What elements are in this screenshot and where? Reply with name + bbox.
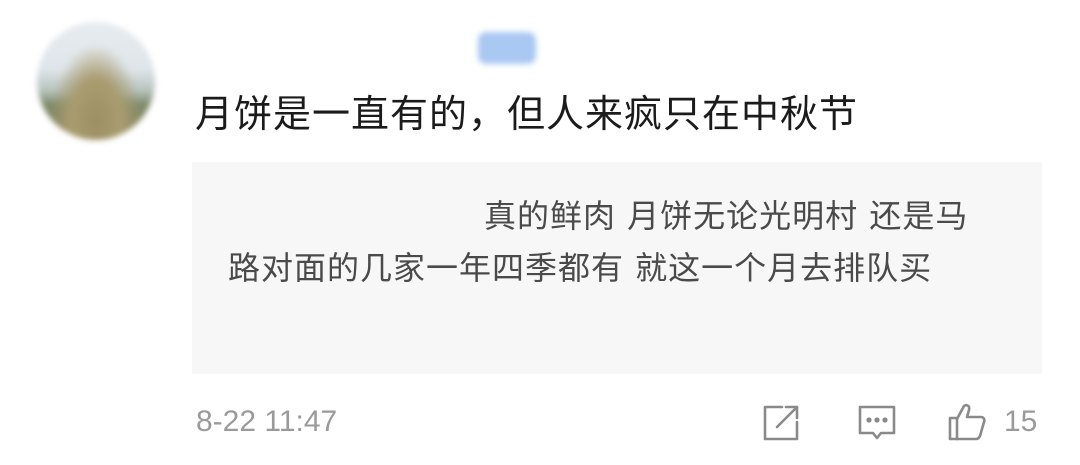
comment-text: 月饼是一直有的，但人来疯只在中秋节 bbox=[195, 92, 859, 136]
avatar[interactable] bbox=[37, 22, 155, 140]
like-count: 15 bbox=[1004, 405, 1038, 438]
comment-timestamp: 8-22 11:47 bbox=[196, 405, 338, 438]
quoted-reply-text-container: 真的鲜肉 月饼无论光明村 还是马路对面的几家一年四季都有 就这一个月去排队买 bbox=[228, 190, 988, 294]
quoted-reply[interactable]: 真的鲜肉 月饼无论光明村 还是马路对面的几家一年四季都有 就这一个月去排队买 bbox=[192, 162, 1042, 374]
user-badge bbox=[478, 32, 536, 64]
thumbs-up-icon[interactable] bbox=[946, 400, 988, 442]
reply-icon[interactable] bbox=[856, 402, 898, 444]
comment-item: 月饼是一直有的，但人来疯只在中秋节 真的鲜肉 月饼无论光明村 还是马路对面的几家… bbox=[0, 0, 1080, 465]
share-icon[interactable] bbox=[760, 402, 802, 444]
username[interactable] bbox=[195, 28, 465, 68]
quoted-reply-text: 真的鲜肉 月饼无论光明村 还是马路对面的几家一年四季都有 就这一个月去排队买 bbox=[228, 197, 969, 287]
